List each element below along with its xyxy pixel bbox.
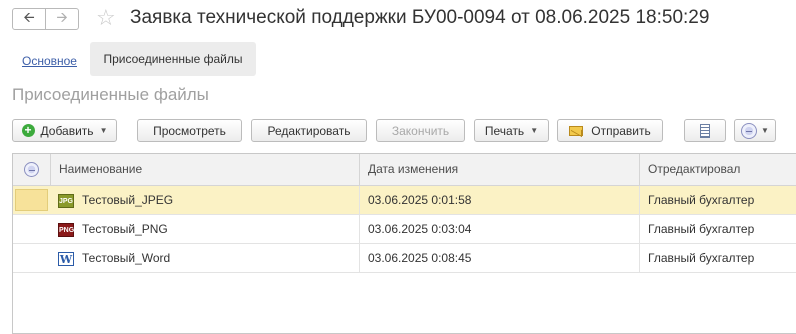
chevron-down-icon: ▼ (761, 126, 769, 135)
list-view-button[interactable] (684, 119, 726, 142)
tab-main[interactable]: Основное (22, 54, 77, 68)
tab-attached-files[interactable]: Присоединенные файлы (90, 42, 256, 76)
print-button-label: Печать (484, 123, 525, 138)
table-row[interactable]: PNG Тестовый_PNG 03.06.2025 0:03:04 Главн… (13, 215, 796, 244)
add-button[interactable]: + Добавить ▼ (12, 119, 117, 142)
finish-button-label: Закончить (391, 123, 450, 138)
star-icon[interactable]: ☆ (96, 7, 116, 29)
png-file-icon: PNG (58, 222, 74, 237)
word-file-icon: W (58, 251, 74, 266)
file-date: 03.06.2025 0:03:04 (359, 215, 639, 243)
more-actions-button[interactable]: ▼ (734, 119, 776, 142)
print-button[interactable]: Печать ▼ (474, 119, 549, 142)
section-title: Присоединенные файлы (12, 85, 209, 104)
edit-button[interactable]: Редактировать (251, 119, 367, 142)
column-header-name[interactable]: Наименование (50, 154, 359, 185)
table-row[interactable]: W Тестовый_Word 03.06.2025 0:08:45 Главны… (13, 244, 796, 273)
more-options-icon (24, 162, 39, 177)
attached-files-table: Наименование Дата изменения Отредактиров… (12, 153, 796, 334)
column-settings-cell[interactable] (13, 154, 50, 185)
add-button-label: Добавить (40, 123, 94, 138)
file-editor: Главный бухгалтер (639, 215, 796, 243)
more-options-icon (741, 122, 758, 139)
file-editor: Главный бухгалтер (639, 244, 796, 272)
column-header-date[interactable]: Дата изменения (359, 154, 639, 185)
list-icon (700, 123, 710, 138)
file-editor: Главный бухгалтер (639, 186, 796, 214)
view-button-label: Просмотреть (153, 123, 226, 138)
file-name: Тестовый_JPEG (82, 193, 174, 207)
forward-button[interactable]: 🡪 (45, 8, 79, 30)
file-date: 03.06.2025 0:08:45 (359, 244, 639, 272)
page-title: Заявка технической поддержки БУ00-0094 о… (130, 7, 710, 28)
arrow-right-icon: 🡪 (56, 9, 68, 25)
edit-button-label: Редактировать (267, 123, 351, 138)
chevron-down-icon: ▼ (99, 126, 108, 135)
column-header-editor[interactable]: Отредактировал (639, 154, 796, 185)
row-selection-marker (15, 189, 48, 211)
finish-button[interactable]: Закончить (376, 119, 465, 142)
file-name: Тестовый_PNG (82, 222, 168, 236)
back-button[interactable]: 🡨 (12, 8, 46, 30)
plus-icon: + (21, 124, 35, 137)
table-row[interactable]: JPG Тестовый_JPEG 03.06.2025 0:01:58 Глав… (13, 186, 796, 215)
chevron-down-icon: ▼ (530, 126, 539, 135)
send-button[interactable]: Отправить (557, 119, 663, 142)
table-header: Наименование Дата изменения Отредактиров… (13, 154, 796, 186)
send-button-label: Отправить (591, 123, 651, 138)
file-name: Тестовый_Word (82, 251, 171, 265)
jpeg-file-icon: JPG (58, 193, 74, 208)
view-button[interactable]: Просмотреть (137, 119, 242, 142)
arrow-left-icon: 🡨 (23, 9, 35, 25)
file-date: 03.06.2025 0:01:58 (359, 186, 639, 214)
envelope-icon (569, 125, 584, 136)
